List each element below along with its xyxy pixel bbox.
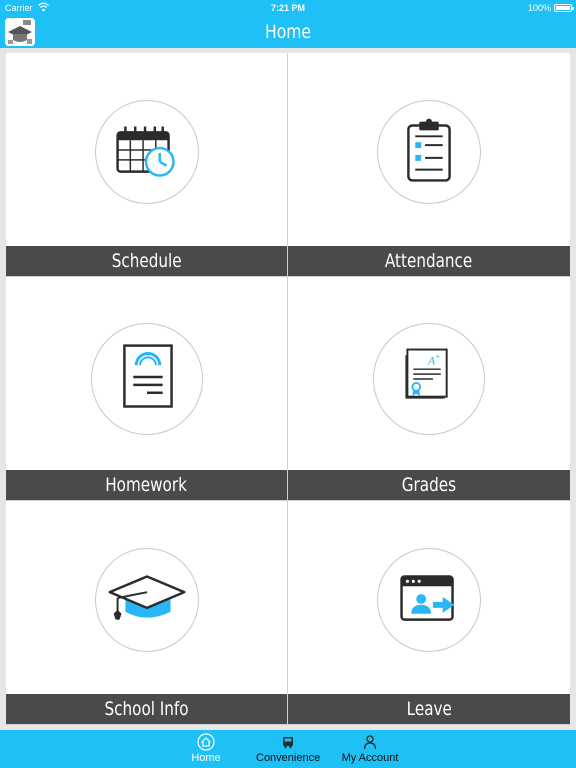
tab-bar: Home Convenience My Account (0, 730, 576, 768)
svg-text:+: + (436, 353, 440, 360)
tile-label-bar: Grades (288, 470, 570, 500)
tile-school-info[interactable]: School Info (6, 501, 288, 725)
battery-percentage: 100% (527, 3, 551, 13)
tile-leave[interactable]: Leave (288, 501, 570, 725)
tile-label-bar: Leave (288, 694, 570, 724)
status-bar: Carrier 7:21 PM 100% (0, 0, 576, 16)
tile-label-bar: Homework (6, 470, 287, 500)
tab-label: Home (191, 752, 221, 764)
tab-label: My Account (341, 752, 399, 764)
home-menu-grid: Schedule Attendance Homework A + Grades … (6, 53, 570, 725)
school-logo-icon[interactable] (5, 18, 35, 46)
tab-convenience[interactable]: Convenience (256, 730, 320, 768)
icon-circle (94, 100, 199, 204)
page-title: Home (264, 21, 311, 43)
clipboard-checklist-icon (407, 118, 451, 182)
icon-circle (94, 548, 199, 652)
tile-label-grades: Grades (401, 474, 457, 496)
tile-label-school-info: School Info (104, 698, 189, 720)
tab-label: Convenience (256, 752, 321, 764)
tile-label-bar: School Info (6, 694, 287, 724)
tab-home[interactable]: Home (180, 730, 232, 768)
tile-homework[interactable]: Homework (6, 277, 288, 501)
graduation-cap-icon (108, 575, 185, 620)
home-icon (197, 733, 215, 751)
tile-grades[interactable]: A + Grades (288, 277, 570, 501)
user-exit-icon (400, 575, 455, 621)
tab-my-account[interactable]: My Account (338, 730, 402, 768)
status-time: 7:21 PM (270, 3, 305, 13)
icon-circle (377, 100, 481, 204)
document-icon (122, 344, 173, 408)
tile-attendance[interactable]: Attendance (288, 53, 570, 277)
tile-label-bar: Schedule (6, 246, 287, 276)
nav-bar: Home (0, 16, 576, 48)
icon-circle: A + (373, 323, 485, 435)
icon-circle (90, 323, 203, 435)
battery-icon (554, 4, 574, 12)
tile-label-schedule: Schedule (111, 250, 182, 272)
tile-label-homework: Homework (105, 474, 188, 496)
calendar-clock-icon (115, 126, 175, 177)
user-icon (363, 735, 377, 750)
tile-schedule[interactable]: Schedule (6, 53, 288, 277)
tile-label-bar: Attendance (288, 246, 570, 276)
bus-icon (283, 737, 293, 749)
icon-circle (377, 548, 481, 652)
tile-label-attendance: Attendance (385, 250, 473, 272)
tile-label-leave: Leave (406, 698, 452, 720)
svg-text:A: A (427, 354, 436, 367)
graded-paper-icon: A + (405, 348, 448, 399)
